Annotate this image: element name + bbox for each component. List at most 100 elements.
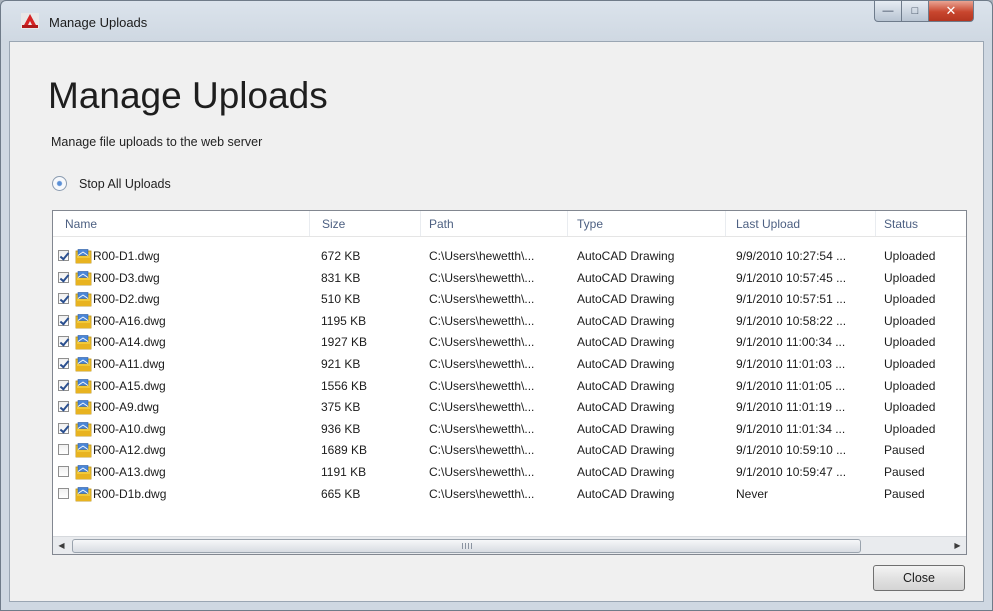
cell-status: Uploaded	[884, 292, 936, 307]
table-row[interactable]: R00-A12.dwg 1689 KB C:\Users\hewetth\... Au…	[53, 440, 966, 462]
table-row[interactable]: R00-A14.dwg 1927 KB C:\Users\hewetth\... Au…	[53, 332, 966, 354]
close-button[interactable]: Close	[873, 565, 965, 591]
cell-path: C:\Users\hewetth\...	[429, 292, 535, 307]
cell-type: AutoCAD Drawing	[577, 378, 675, 393]
cell-name: R00-D2.dwg	[93, 292, 160, 307]
dwg-file-icon	[75, 270, 92, 285]
checkbox-icon[interactable]	[58, 379, 70, 391]
cell-name: R00-A15.dwg	[93, 378, 166, 393]
table-row[interactable]: R00-A10.dwg 936 KB C:\Users\hewetth\... Aut…	[53, 419, 966, 441]
scrollbar-thumb[interactable]	[72, 539, 861, 553]
cell-last-upload: 9/1/2010 11:01:19 ...	[736, 400, 846, 415]
table-row[interactable]: R00-D2.dwg 510 KB C:\Users\hewetth\... Auto…	[53, 289, 966, 311]
horizontal-scrollbar[interactable]: ◀ ▶	[53, 536, 966, 554]
checkbox-icon[interactable]	[58, 336, 70, 348]
checkmark-icon	[59, 358, 70, 369]
checkbox-icon[interactable]	[58, 314, 70, 326]
scroll-right-arrow-icon[interactable]: ▶	[949, 537, 966, 554]
cell-status: Paused	[884, 465, 925, 479]
cell-path: C:\Users\hewetth\...	[429, 443, 535, 458]
cell-path: C:\Users\hewetth\...	[429, 465, 535, 479]
window-title: Manage Uploads	[49, 15, 148, 30]
cell-path: C:\Users\hewetth\...	[429, 335, 535, 350]
cell-last-upload: Never	[736, 486, 769, 501]
column-header-type[interactable]: Type	[568, 211, 726, 236]
manage-uploads-window: Manage Uploads — □ ✕ Manage Uploads Mana…	[0, 0, 993, 611]
dwg-file-icon	[75, 335, 92, 350]
cell-status: Uploaded	[884, 335, 936, 350]
minimize-button[interactable]: —	[874, 1, 902, 22]
table-row[interactable]: R00-D3.dwg 831 KB C:\Users\hewetth\... Auto…	[53, 268, 966, 290]
dialog-body: Manage Uploads Manage file uploads to th…	[9, 41, 984, 602]
cell-last-upload: 9/1/2010 10:59:10 ...	[736, 443, 847, 458]
table-row[interactable]: R00-A13.dwg 1191 KB C:\Users\hewetth\... Au…	[53, 462, 966, 484]
stop-all-uploads-option[interactable]: Stop All Uploads	[52, 176, 171, 191]
dwg-file-icon	[75, 486, 92, 501]
checkbox-icon[interactable]	[58, 444, 69, 456]
close-window-button[interactable]: ✕	[929, 1, 974, 22]
cell-size: 1556 KB	[321, 378, 368, 393]
cell-type: AutoCAD Drawing	[577, 400, 675, 415]
table-row[interactable]: R00-A11.dwg 921 KB C:\Users\hewetth\... Aut…	[53, 354, 966, 376]
checkmark-icon	[59, 401, 70, 412]
cell-last-upload: 9/1/2010 11:01:03 ...	[736, 357, 846, 371]
dwg-file-icon	[75, 313, 92, 329]
autocad-app-icon	[21, 13, 39, 29]
title-bar[interactable]: Manage Uploads — □ ✕	[1, 1, 992, 41]
dwg-file-icon	[75, 421, 92, 437]
table-row[interactable]: R00-A16.dwg 1195 KB C:\Users\hewetth\... Au…	[53, 311, 966, 333]
checkbox-icon[interactable]	[58, 250, 70, 261]
cell-path: C:\Users\hewetth\...	[429, 400, 535, 415]
column-header-size[interactable]: Size	[310, 211, 421, 236]
cell-status: Uploaded	[884, 270, 936, 285]
cell-name: R00-A13.dwg	[93, 465, 166, 479]
cell-name: R00-A12.dwg	[93, 443, 166, 458]
cell-last-upload: 9/1/2010 10:58:22 ...	[736, 313, 847, 328]
cell-status: Paused	[884, 443, 925, 458]
column-header-path[interactable]: Path	[421, 211, 568, 236]
cell-size: 1195 KB	[321, 313, 367, 328]
checkbox-icon[interactable]	[58, 358, 70, 369]
cell-type: AutoCAD Drawing	[577, 486, 675, 501]
cell-size: 936 KB	[321, 421, 361, 436]
grip-icon	[461, 543, 472, 549]
column-header-status[interactable]: Status	[876, 211, 966, 236]
uploads-list[interactable]: Name Size Path Type Last Upload Status R…	[52, 210, 967, 555]
cell-type: AutoCAD Drawing	[577, 465, 675, 479]
cell-path: C:\Users\hewetth\...	[429, 249, 535, 263]
table-row[interactable]: R00-A15.dwg 1556 KB C:\Users\hewetth\... Au…	[53, 376, 966, 398]
cell-status: Uploaded	[884, 400, 936, 415]
scroll-left-arrow-icon[interactable]: ◀	[53, 537, 70, 554]
checkbox-icon[interactable]	[58, 466, 69, 477]
table-row[interactable]: R00-D1.dwg 672 KB C:\Users\hewetth\... Auto…	[53, 246, 966, 268]
column-header-last-upload[interactable]: Last Upload	[726, 211, 876, 236]
checkbox-icon[interactable]	[58, 487, 69, 499]
dwg-file-icon	[75, 292, 92, 307]
radio-selected-icon[interactable]	[52, 176, 67, 191]
cell-name: R00-D3.dwg	[93, 270, 160, 285]
table-row[interactable]: R00-D1b.dwg 665 KB C:\Users\hewetth\... Aut…	[53, 484, 966, 506]
cell-last-upload: 9/1/2010 10:57:45 ...	[736, 270, 847, 285]
maximize-button[interactable]: □	[902, 1, 929, 22]
checkmark-icon	[59, 423, 70, 434]
cell-size: 921 KB	[321, 357, 361, 371]
cell-last-upload: 9/1/2010 11:01:34 ...	[736, 421, 846, 436]
cell-status: Uploaded	[884, 421, 936, 436]
checkbox-icon[interactable]	[58, 401, 70, 413]
cell-last-upload: 9/1/2010 10:57:51 ...	[736, 292, 847, 307]
checkmark-icon	[59, 293, 70, 304]
column-header-name[interactable]: Name	[53, 211, 310, 236]
checkbox-icon[interactable]	[58, 271, 70, 283]
checkbox-icon[interactable]	[58, 422, 70, 434]
cell-path: C:\Users\hewetth\...	[429, 357, 535, 371]
cell-size: 1927 KB	[321, 335, 368, 350]
cell-path: C:\Users\hewetth\...	[429, 421, 535, 436]
cell-status: Uploaded	[884, 249, 936, 263]
checkmark-icon	[59, 315, 70, 326]
cell-type: AutoCAD Drawing	[577, 270, 675, 285]
cell-path: C:\Users\hewetth\...	[429, 313, 535, 328]
cell-name: R00-A10.dwg	[93, 421, 166, 436]
checkbox-icon[interactable]	[58, 293, 70, 305]
table-row[interactable]: R00-A9.dwg 375 KB C:\Users\hewetth\... Auto…	[53, 397, 966, 419]
cell-last-upload: 9/9/2010 10:27:54 ...	[736, 249, 847, 263]
